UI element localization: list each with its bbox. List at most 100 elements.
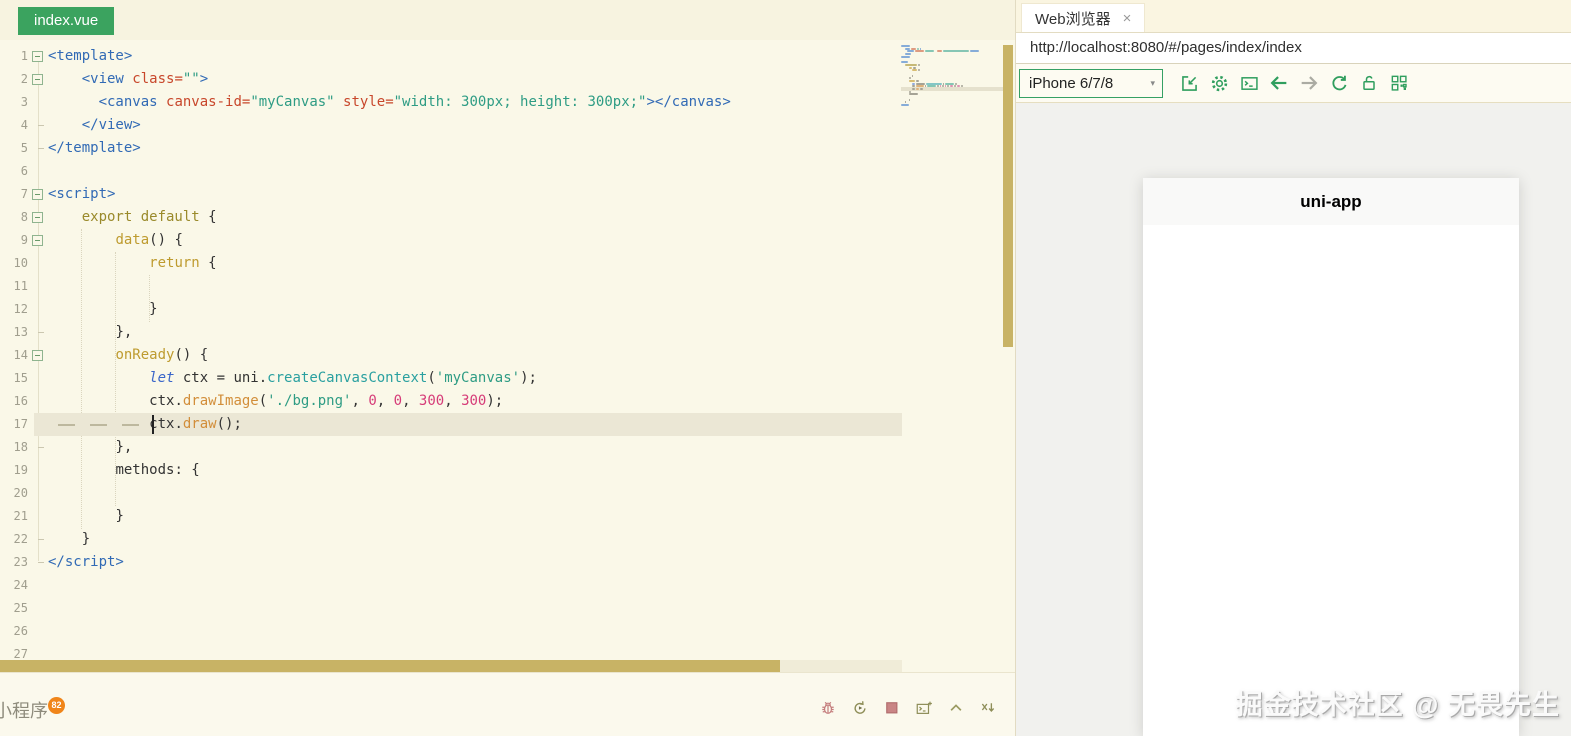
- editor-tabbar: index.vue: [0, 0, 1015, 40]
- line-number: 14: [0, 344, 28, 367]
- code-line[interactable]: 25: [0, 597, 902, 620]
- code-text: onReady() {: [48, 344, 208, 367]
- unlock-icon[interactable]: [1354, 70, 1384, 96]
- tab-index-vue[interactable]: index.vue: [18, 7, 114, 35]
- console-tab-miniprogram[interactable]: 小程序82: [0, 697, 65, 723]
- fold-end-tick: [38, 539, 44, 540]
- code-line[interactable]: 1 <template>: [0, 45, 902, 68]
- stop-icon[interactable]: [883, 699, 901, 717]
- browser-toolbar: iPhone 6/7/8 ▾: [1016, 64, 1571, 103]
- code-line[interactable]: 15 let ctx = uni.createCanvasContext('my…: [0, 367, 902, 390]
- code-text: return {: [48, 252, 217, 275]
- tab-web-browser[interactable]: Web浏览器 ×: [1021, 3, 1145, 32]
- line-number: 2: [0, 68, 28, 91]
- code-line[interactable]: 12 }: [0, 298, 902, 321]
- code-line[interactable]: 6: [0, 160, 902, 183]
- code-line[interactable]: 19 methods: {: [0, 459, 902, 482]
- collapse-icon[interactable]: [947, 699, 965, 717]
- code-text: ctx.drawImage('./bg.png', 0, 0, 300, 300…: [48, 390, 503, 413]
- code-line[interactable]: 18 },: [0, 436, 902, 459]
- code-text: </template>: [48, 137, 141, 160]
- fold-toggle-icon[interactable]: [32, 51, 43, 62]
- code-line[interactable]: 3 <canvas canvas-id="myCanvas" style="wi…: [0, 91, 902, 114]
- code-line[interactable]: 5</template>: [0, 137, 902, 160]
- code-text: <script>: [48, 183, 115, 206]
- horizontal-scrollbar-thumb[interactable]: [0, 660, 780, 672]
- debug-bug-icon[interactable]: [819, 699, 837, 717]
- minimap-line: [901, 115, 1003, 118]
- code-line[interactable]: 10 return {: [0, 252, 902, 275]
- device-select-value: iPhone 6/7/8: [1029, 75, 1113, 92]
- whitespace-dash: [90, 424, 107, 426]
- code-line[interactable]: 11: [0, 275, 902, 298]
- forward-arrow-icon[interactable]: [1294, 70, 1324, 96]
- code-text: <template>: [48, 45, 132, 68]
- code-line[interactable]: 13 },: [0, 321, 902, 344]
- fold-toggle-icon[interactable]: [32, 350, 43, 361]
- refresh-icon[interactable]: [1324, 70, 1354, 96]
- code-line[interactable]: 27: [0, 643, 902, 660]
- code-line[interactable]: 21 }: [0, 505, 902, 528]
- code-line[interactable]: 8 export default {: [0, 206, 902, 229]
- browser-tabbar: Web浏览器 ×: [1016, 0, 1571, 32]
- browser-tab-label: Web浏览器: [1035, 8, 1111, 29]
- whitespace-dash: [122, 424, 139, 426]
- phone-preview-body[interactable]: [1143, 225, 1519, 736]
- line-number: 12: [0, 298, 28, 321]
- console-toolbar: [819, 699, 997, 717]
- url-bar[interactable]: http://localhost:8080/#/pages/index/inde…: [1016, 32, 1571, 64]
- line-number: 9: [0, 229, 28, 252]
- code-line[interactable]: 9 data() {: [0, 229, 902, 252]
- code-line[interactable]: 16 ctx.drawImage('./bg.png', 0, 0, 300, …: [0, 390, 902, 413]
- line-number: 21: [0, 505, 28, 528]
- code-line[interactable]: 17 ctx.draw();: [0, 413, 902, 436]
- fold-end-tick: [38, 562, 44, 563]
- fold-toggle-icon[interactable]: [32, 74, 43, 85]
- settings-gear-icon[interactable]: [1204, 70, 1234, 96]
- code-line[interactable]: 2 <view class="">: [0, 68, 902, 91]
- vertical-scrollbar[interactable]: [1003, 45, 1013, 347]
- fold-toggle-icon[interactable]: [32, 189, 43, 200]
- code-editor[interactable]: 1 <template>2 <view class="">3 <canvas ca…: [0, 40, 1015, 660]
- line-number: 7: [0, 183, 28, 206]
- back-arrow-icon[interactable]: [1264, 70, 1294, 96]
- app-title: uni-app: [1300, 192, 1361, 212]
- new-console-icon[interactable]: [915, 699, 933, 717]
- restart-icon[interactable]: [851, 699, 869, 717]
- code-line[interactable]: 26: [0, 620, 902, 643]
- minimap[interactable]: [901, 45, 1003, 155]
- code-text: },: [48, 436, 132, 459]
- device-select[interactable]: iPhone 6/7/8 ▾: [1019, 69, 1163, 98]
- fold-toggle-icon[interactable]: [32, 235, 43, 246]
- line-number: 27: [0, 643, 28, 660]
- devtools-console-icon[interactable]: [1234, 70, 1264, 96]
- code-text: methods: {: [48, 459, 200, 482]
- horizontal-scrollbar-track[interactable]: [0, 660, 902, 672]
- console-panel-bar: 小程序82: [0, 672, 1015, 736]
- open-external-icon[interactable]: [1174, 70, 1204, 96]
- close-icon[interactable]: ×: [1123, 11, 1132, 26]
- fold-end-tick: [38, 332, 44, 333]
- text-cursor: [152, 415, 154, 434]
- line-number: 3: [0, 91, 28, 114]
- phone-preview-frame: uni-app: [1143, 178, 1519, 736]
- line-number: 25: [0, 597, 28, 620]
- phone-navbar: uni-app: [1143, 178, 1519, 225]
- line-number: 11: [0, 275, 28, 298]
- close-all-icon[interactable]: [979, 699, 997, 717]
- code-line[interactable]: 24: [0, 574, 902, 597]
- code-line[interactable]: 22 }: [0, 528, 902, 551]
- qrcode-icon[interactable]: [1384, 70, 1414, 96]
- fold-end-tick: [38, 148, 44, 149]
- code-line[interactable]: 7 <script>: [0, 183, 902, 206]
- code-text: </script>: [48, 551, 124, 574]
- line-number: 8: [0, 206, 28, 229]
- code-line[interactable]: 4 </view>: [0, 114, 902, 137]
- code-text: let ctx = uni.createCanvasContext('myCan…: [48, 367, 537, 390]
- fold-toggle-icon[interactable]: [32, 212, 43, 223]
- code-line[interactable]: 23</script>: [0, 551, 902, 574]
- code-line[interactable]: 14 onReady() {: [0, 344, 902, 367]
- code-line[interactable]: 20: [0, 482, 902, 505]
- line-number: 1: [0, 45, 28, 68]
- line-number: 10: [0, 252, 28, 275]
